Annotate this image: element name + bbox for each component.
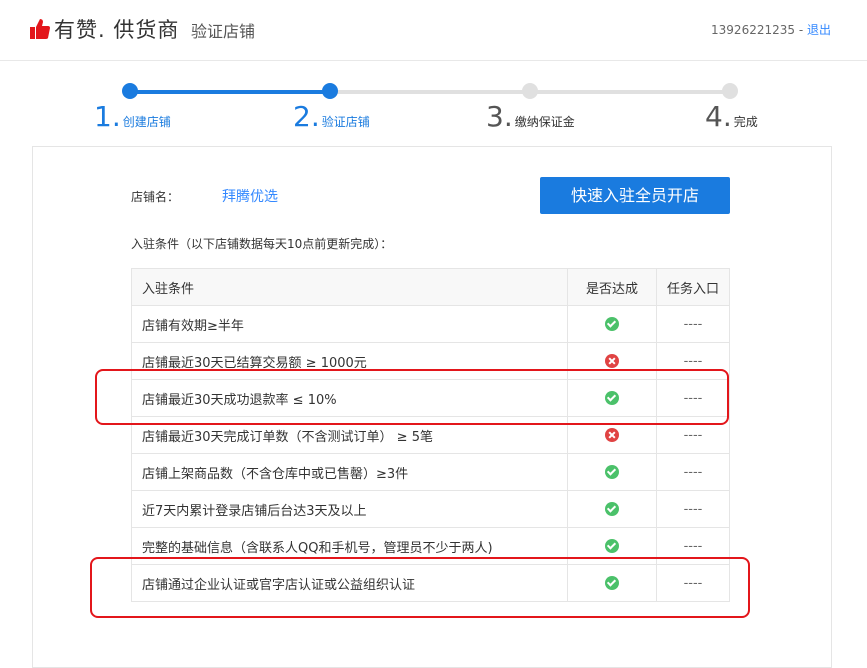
conditions-table: 入驻条件 是否达成 任务入口 店铺有效期≥半年 ---- 店铺最近30天已结算交易额… [131, 268, 730, 602]
account-info: 13926221235 - 退出 [711, 21, 831, 38]
store-name-label: 店铺名： [131, 190, 180, 204]
condition-text: 店铺上架商品数（不含仓库中或已售罄）≥3件 [131, 453, 568, 491]
status-cell [567, 305, 657, 343]
step-3: 3. 缴纳保证金 [486, 100, 575, 133]
status-cell [567, 453, 657, 491]
step-line-1 [130, 90, 330, 94]
page-title: 验证店铺 [191, 22, 256, 41]
separator: - [795, 23, 807, 37]
step-dot-3 [522, 83, 538, 99]
conditions-title: 入驻条件（以下店铺数据每天10点前更新完成）： [131, 237, 393, 251]
table-row: 店铺上架商品数（不含仓库中或已售罄）≥3件 ---- [131, 453, 730, 491]
thumbs-up-icon [30, 19, 50, 39]
condition-text: 近7天内累计登录店铺后台达3天及以上 [131, 490, 568, 528]
task-entry: ---- [656, 453, 730, 491]
step-1: 1. 创建店铺 [94, 100, 171, 133]
task-entry: ---- [656, 490, 730, 528]
brand-name: 有赞 [54, 18, 98, 42]
column-header-achieved: 是否达成 [567, 268, 657, 306]
check-circle-icon [605, 317, 619, 331]
step-line-2 [330, 90, 530, 94]
step-4: 4. 完成 [705, 100, 758, 133]
phone-number: 13926221235 [711, 23, 796, 37]
check-circle-icon [605, 465, 619, 479]
table-row: 店铺有效期≥半年 ---- [131, 305, 730, 343]
step-4-label: 完成 [733, 115, 758, 129]
logout-link[interactable]: 退出 [807, 23, 831, 37]
highlight-box-refund [95, 369, 729, 425]
check-circle-icon [605, 502, 619, 516]
status-cell [567, 490, 657, 528]
highlight-box-certification [90, 557, 750, 618]
top-header: 有赞 . 供货商 验证店铺 13926221235 - 退出 [0, 0, 867, 61]
column-header-condition: 入驻条件 [131, 268, 568, 306]
step-line-3 [530, 90, 730, 94]
step-1-label: 创建店铺 [122, 115, 171, 129]
brand-suffix: . 供货商 [98, 18, 180, 42]
check-circle-icon [605, 539, 619, 553]
task-entry: ---- [656, 305, 730, 343]
step-dot-2 [322, 83, 338, 99]
quick-join-button[interactable]: 快速入驻全员开店 [540, 177, 730, 214]
column-header-entry: 任务入口 [656, 268, 730, 306]
step-dot-4 [722, 83, 738, 99]
step-3-label: 缴纳保证金 [514, 115, 575, 129]
store-name-link[interactable]: 拜腾优选 [222, 186, 278, 206]
table-header-row: 入驻条件 是否达成 任务入口 [131, 268, 730, 306]
table-row: 近7天内累计登录店铺后台达3天及以上 ---- [131, 490, 730, 528]
step-2: 2. 验证店铺 [293, 100, 370, 133]
step-dot-1 [122, 83, 138, 99]
step-2-label: 验证店铺 [321, 115, 370, 129]
brand-logo[interactable]: 有赞 . 供货商 [30, 14, 179, 44]
x-circle-icon [605, 428, 619, 442]
x-circle-icon [605, 354, 619, 368]
condition-text: 店铺有效期≥半年 [131, 305, 568, 343]
